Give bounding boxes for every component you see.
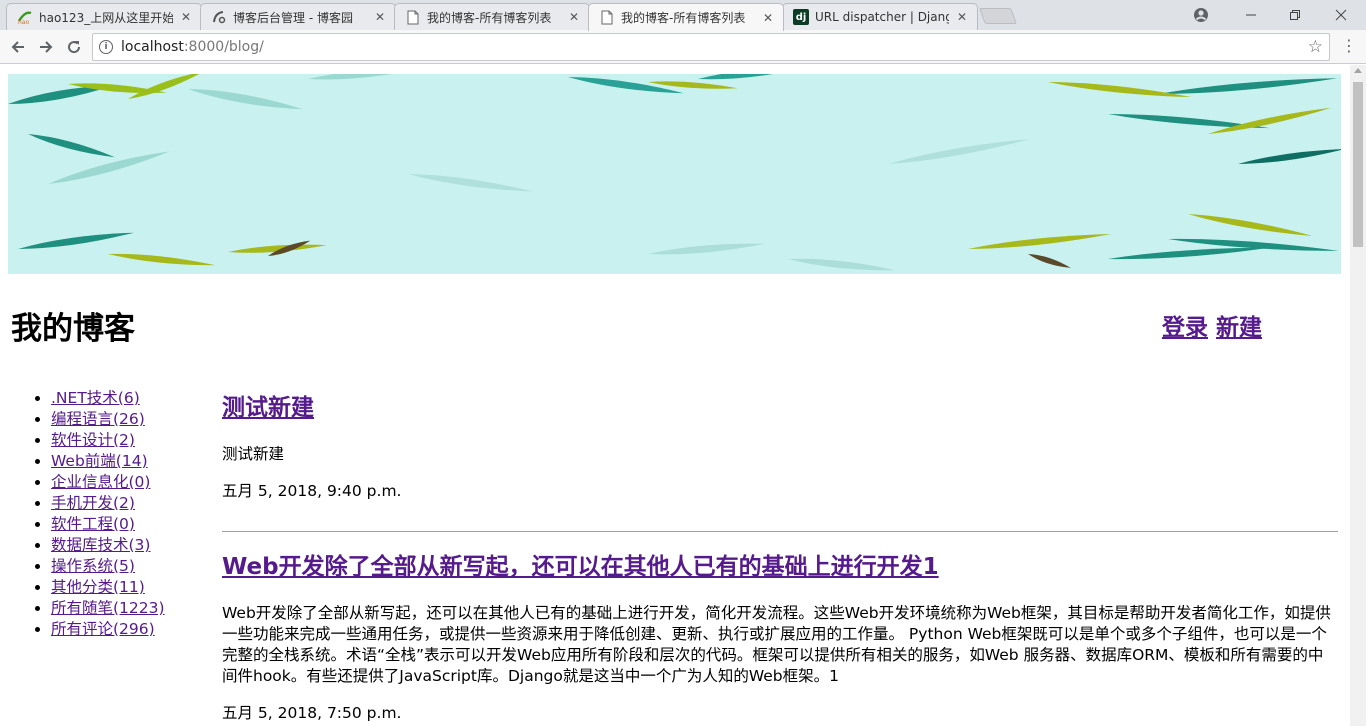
tab-title: 博客后台管理 - 博客园 xyxy=(233,10,353,25)
url-host: localhost xyxy=(121,39,184,55)
post-item: 测试新建 测试新建 五月 5, 2018, 9:40 p.m. xyxy=(222,391,1338,502)
post-title: Web开发除了全部从新写起，还可以在其他人已有的基础上进行开发1 xyxy=(222,550,1338,584)
category-link[interactable]: 数据库技术(3) xyxy=(51,536,150,554)
browser-toolbar: i localhost:8000/blog/ ☆ ⋮ xyxy=(0,30,1366,64)
tab-title: URL dispatcher | Django xyxy=(815,10,949,24)
restore-button[interactable] xyxy=(1272,0,1318,30)
cnblogs-icon xyxy=(211,9,227,25)
tab-title: 我的博客-所有博客列表 xyxy=(621,11,746,25)
scrollbar[interactable] xyxy=(1350,65,1366,726)
hao123-icon: hao xyxy=(17,9,33,25)
category-link[interactable]: 手机开发(2) xyxy=(51,494,135,512)
tab-title: hao123_上网从这里开始 xyxy=(39,10,173,25)
info-icon[interactable]: i xyxy=(99,40,113,54)
minimize-button[interactable] xyxy=(1228,0,1274,30)
new-tab-button[interactable] xyxy=(979,8,1017,24)
close-window-button[interactable] xyxy=(1318,0,1364,30)
new-post-link[interactable]: 新建 xyxy=(1216,315,1262,341)
category-link[interactable]: 软件设计(2) xyxy=(51,431,135,449)
url-path: :8000/blog/ xyxy=(183,39,264,55)
back-icon[interactable] xyxy=(6,35,30,59)
category-list: .NET技术(6) 编程语言(26) 软件设计(2) Web前端(14) 企业信… xyxy=(51,388,165,640)
bookmark-star-icon[interactable]: ☆ xyxy=(1308,37,1323,57)
tab-blog-list-active[interactable]: 我的博客-所有博客列表 ✕ xyxy=(588,3,784,31)
list-item: 所有随笔(1223) xyxy=(51,598,165,619)
list-item: .NET技术(6) xyxy=(51,388,165,409)
list-item: 软件工程(0) xyxy=(51,514,165,535)
svg-text:hao: hao xyxy=(18,19,29,25)
forward-icon[interactable] xyxy=(34,35,58,59)
category-link[interactable]: 操作系统(5) xyxy=(51,557,135,575)
list-item: 操作系统(5) xyxy=(51,556,165,577)
list-item: 所有评论(296) xyxy=(51,619,165,640)
close-icon[interactable]: ✕ xyxy=(761,11,775,25)
tab-title: 我的博客-所有博客列表 xyxy=(427,10,552,25)
site-title: 我的博客 xyxy=(11,311,135,347)
reload-icon[interactable] xyxy=(62,35,86,59)
top-links: 登录 新建 xyxy=(1162,308,1262,342)
post-item: Web开发除了全部从新写起，还可以在其他人已有的基础上进行开发1 Web开发除了… xyxy=(222,550,1338,724)
tab-strip: hao hao123_上网从这里开始 ✕ 博客后台管理 - 博客园 ✕ 我的博客… xyxy=(0,0,1366,31)
profile-icon[interactable] xyxy=(1178,0,1224,30)
post-list: 测试新建 测试新建 五月 5, 2018, 9:40 p.m. Web开发除了全… xyxy=(222,391,1338,724)
list-item: 编程语言(26) xyxy=(51,409,165,430)
category-link[interactable]: Web前端(14) xyxy=(51,452,148,470)
list-item: 其他分类(11) xyxy=(51,577,165,598)
category-link[interactable]: 编程语言(26) xyxy=(51,410,145,428)
close-icon[interactable]: ✕ xyxy=(955,10,969,24)
banner-image xyxy=(8,74,1341,274)
post-date: 五月 5, 2018, 7:50 p.m. xyxy=(222,704,402,722)
tab-blog-list[interactable]: 我的博客-所有博客列表 ✕ xyxy=(394,3,590,30)
close-icon[interactable]: ✕ xyxy=(567,10,581,24)
list-item: 软件设计(2) xyxy=(51,430,165,451)
list-item: 手机开发(2) xyxy=(51,493,165,514)
post-divider xyxy=(222,531,1338,532)
category-link[interactable]: 所有评论(296) xyxy=(51,620,155,638)
post-title: 测试新建 xyxy=(222,391,1338,425)
tab-hao123[interactable]: hao hao123_上网从这里开始 ✕ xyxy=(6,3,202,30)
category-link[interactable]: 软件工程(0) xyxy=(51,515,135,533)
django-icon: dj xyxy=(793,9,809,25)
list-item: 企业信息化(0) xyxy=(51,472,165,493)
list-item: 数据库技术(3) xyxy=(51,535,165,556)
tab-django-docs[interactable]: dj URL dispatcher | Django ✕ xyxy=(782,3,978,30)
post-date: 五月 5, 2018, 9:40 p.m. xyxy=(222,482,402,500)
menu-icon[interactable]: ⋮ xyxy=(1341,36,1357,55)
page-viewport: 我的博客 登录 新建 .NET技术(6) 编程语言(26) 软件设计(2) We… xyxy=(0,65,1350,726)
category-link[interactable]: 企业信息化(0) xyxy=(51,473,150,491)
close-icon[interactable]: ✕ xyxy=(179,10,193,24)
scroll-up-arrow-icon[interactable] xyxy=(1354,68,1362,73)
page-icon xyxy=(599,10,615,26)
post-body: 测试新建 xyxy=(222,445,285,463)
list-item: Web前端(14) xyxy=(51,451,165,472)
post-title-link[interactable]: 测试新建 xyxy=(222,395,314,421)
tab-cnblogs[interactable]: 博客后台管理 - 博客园 ✕ xyxy=(200,3,396,30)
page-icon xyxy=(405,9,421,25)
post-title-link[interactable]: Web开发除了全部从新写起，还可以在其他人已有的基础上进行开发1 xyxy=(222,554,939,580)
login-link[interactable]: 登录 xyxy=(1162,315,1208,341)
category-link[interactable]: 其他分类(11) xyxy=(51,578,145,596)
close-icon[interactable]: ✕ xyxy=(373,10,387,24)
category-link[interactable]: .NET技术(6) xyxy=(51,389,140,407)
post-body: Web开发除了全部从新写起，还可以在其他人已有的基础上进行开发，简化开发流程。这… xyxy=(222,604,1331,685)
category-link[interactable]: 所有随笔(1223) xyxy=(51,599,165,617)
scroll-thumb[interactable] xyxy=(1353,82,1363,247)
address-bar[interactable]: i localhost:8000/blog/ ☆ xyxy=(92,33,1330,61)
